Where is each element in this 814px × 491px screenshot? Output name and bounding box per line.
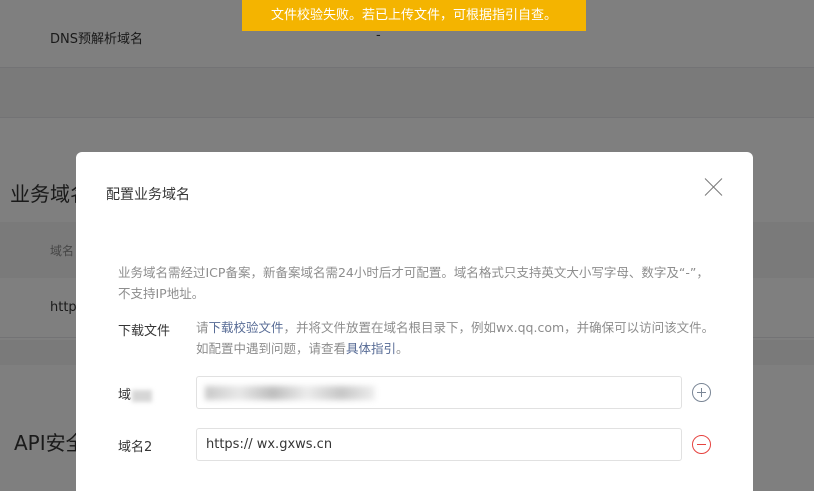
redacted-domain xyxy=(205,386,375,400)
redacted-text xyxy=(132,389,153,402)
download-label: 下载文件 xyxy=(118,324,171,339)
plus-icon[interactable] xyxy=(692,383,711,402)
configure-domain-dialog: 配置业务域名 业务域名需经过ICP备案，新备案域名需24小时后才可配置。域名格式… xyxy=(76,152,753,491)
error-toast: 文件校验失败。若已上传文件，可根据指引自查。 xyxy=(242,0,586,31)
domain2-input[interactable]: https:// wx.gxws.cn xyxy=(196,428,682,461)
download-verify-file-link[interactable]: 下载校验文件 xyxy=(209,320,284,335)
domain1-label-text: 域 xyxy=(118,388,132,403)
download-instructions: 请下载校验文件，并将文件放置在域名根目录下，例如wx.qq.com，并确保可以访… xyxy=(196,317,716,359)
domain1-label: 域 xyxy=(118,384,153,403)
minus-icon[interactable] xyxy=(692,435,711,454)
download-text-prefix: 请 xyxy=(196,320,209,335)
download-text-suffix: 。 xyxy=(396,341,409,356)
domain1-input[interactable] xyxy=(196,376,682,409)
dialog-title: 配置业务域名 xyxy=(106,187,190,203)
close-icon[interactable] xyxy=(702,175,726,199)
guide-link[interactable]: 具体指引 xyxy=(346,341,396,356)
dialog-description: 业务域名需经过ICP备案，新备案域名需24小时后才可配置。域名格式只支持英文大小… xyxy=(118,265,709,301)
domain2-label: 域名2 xyxy=(118,440,153,455)
